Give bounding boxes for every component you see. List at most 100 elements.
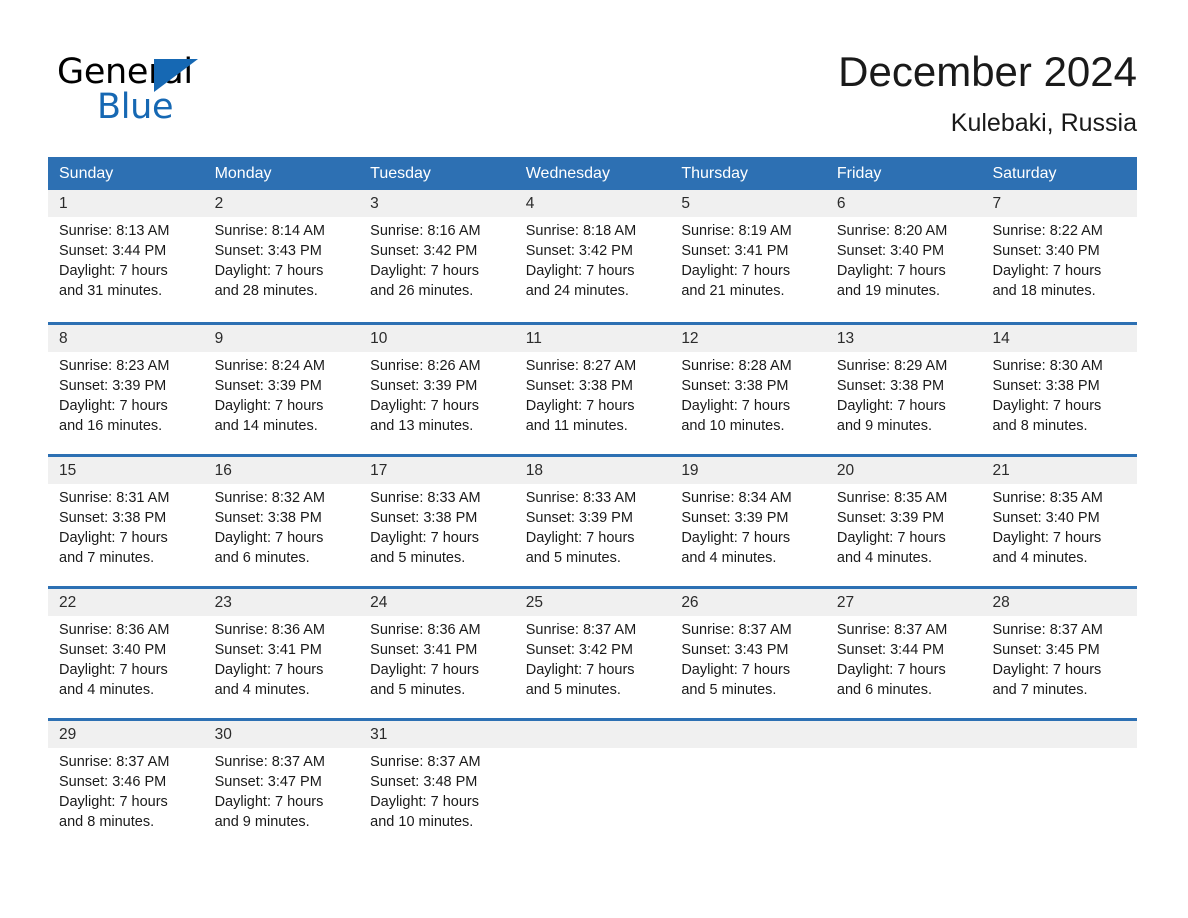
daylight-text-line2: and 4 minutes. [59, 682, 155, 698]
day-details: Sunrise: 8:22 AM Sunset: 3:40 PM Daylight:… [992, 221, 1137, 301]
day-number: 6 [836, 195, 846, 212]
day-details: Sunrise: 8:18 AM Sunset: 3:42 PM Daylight:… [526, 221, 671, 301]
daylight-text-line2: and 8 minutes. [59, 814, 155, 830]
sunrise-text: Sunrise: 8:36 AM [214, 622, 325, 638]
sunset-text: Sunset: 3:38 PM [214, 510, 322, 526]
calendar-day-cell[interactable]: 3 Sunrise: 8:16 AM Sunset: 3:42 PM Daylight… [359, 190, 515, 322]
day-details: Sunrise: 8:37 AM Sunset: 3:45 PM Daylight:… [992, 620, 1137, 700]
daylight-text-line2: and 10 minutes. [681, 418, 785, 434]
daylight-text-line1: Daylight: 7 hours [59, 794, 168, 810]
calendar-day-cell[interactable]: 9 Sunrise: 8:24 AM Sunset: 3:39 PM Daylight… [204, 325, 360, 454]
calendar-day-cell[interactable]: 24 Sunrise: 8:36 AM Sunset: 3:41 PM Dayligh… [359, 589, 515, 718]
calendar-day-cell[interactable]: 26 Sunrise: 8:37 AM Sunset: 3:43 PM Dayligh… [670, 589, 826, 718]
calendar-day-cell[interactable]: 2 Sunrise: 8:14 AM Sunset: 3:43 PM Daylight… [204, 190, 360, 322]
calendar-day-cell[interactable]: 31 Sunrise: 8:37 AM Sunset: 3:48 PM Dayligh… [359, 721, 515, 835]
day-details: Sunrise: 8:32 AM Sunset: 3:38 PM Daylight:… [215, 488, 360, 568]
sunset-text: Sunset: 3:39 PM [214, 378, 322, 394]
calendar-day-cell[interactable]: 5 Sunrise: 8:19 AM Sunset: 3:41 PM Daylight… [670, 190, 826, 322]
day-number: 25 [525, 594, 543, 611]
sunrise-text: Sunrise: 8:16 AM [370, 223, 481, 239]
sunset-text: Sunset: 3:40 PM [992, 243, 1100, 259]
calendar-day-cell-empty [826, 721, 982, 835]
calendar-day-cell[interactable]: 23 Sunrise: 8:36 AM Sunset: 3:41 PM Dayligh… [204, 589, 360, 718]
day-details: Sunrise: 8:37 AM Sunset: 3:47 PM Daylight:… [215, 752, 360, 832]
sunrise-text: Sunrise: 8:36 AM [370, 622, 481, 638]
sunrise-text: Sunrise: 8:37 AM [370, 754, 481, 770]
calendar-day-cell[interactable]: 29 Sunrise: 8:37 AM Sunset: 3:46 PM Dayligh… [48, 721, 204, 835]
week-cells: 22 Sunrise: 8:36 AM Sunset: 3:40 PM Dayligh… [48, 589, 1137, 718]
sunrise-text: Sunrise: 8:37 AM [525, 622, 637, 638]
daylight-text-line2: and 5 minutes. [681, 682, 777, 698]
day-number: 27 [836, 594, 855, 611]
calendar-day-cell[interactable]: 12 Sunrise: 8:28 AM Sunset: 3:38 PM Dayligh… [670, 325, 826, 454]
sunrise-text: Sunrise: 8:29 AM [836, 358, 948, 374]
daylight-text-line2: and 19 minutes. [836, 283, 941, 299]
day-details: Sunrise: 8:16 AM Sunset: 3:42 PM Daylight:… [370, 221, 515, 301]
daylight-text-line1: Daylight: 7 hours [992, 398, 1102, 414]
calendar-day-cell[interactable]: 22 Sunrise: 8:36 AM Sunset: 3:40 PM Dayligh… [48, 589, 204, 718]
day-number: 16 [214, 462, 232, 479]
calendar-day-cell[interactable]: 27 Sunrise: 8:37 AM Sunset: 3:44 PM Dayligh… [826, 589, 982, 718]
calendar-day-cell[interactable]: 11 Sunrise: 8:27 AM Sunset: 3:38 PM Dayligh… [515, 325, 671, 454]
daylight-text-line1: Daylight: 7 hours [370, 263, 479, 279]
daylight-text-line1: Daylight: 7 hours [370, 794, 479, 810]
sunrise-text: Sunrise: 8:36 AM [59, 622, 170, 638]
daylight-text-line2: and 6 minutes. [214, 550, 310, 566]
day-number: 7 [992, 195, 1002, 212]
calendar-day-cell[interactable]: 21 Sunrise: 8:35 AM Sunset: 3:40 PM Dayligh… [981, 457, 1137, 586]
sunrise-text: Sunrise: 8:19 AM [681, 223, 792, 239]
weekday-header-wednesday: Wednesday [525, 165, 610, 182]
sunset-text: Sunset: 3:41 PM [214, 642, 322, 658]
calendar-day-cell[interactable]: 10 Sunrise: 8:26 AM Sunset: 3:39 PM Dayligh… [359, 325, 515, 454]
daylight-text-line2: and 5 minutes. [525, 550, 621, 566]
day-details: Sunrise: 8:37 AM Sunset: 3:42 PM Daylight:… [526, 620, 671, 700]
daylight-text-line2: and 6 minutes. [836, 682, 933, 698]
calendar-day-cell[interactable]: 8 Sunrise: 8:23 AM Sunset: 3:39 PM Daylight… [48, 325, 204, 454]
calendar-day-cell[interactable]: 30 Sunrise: 8:37 AM Sunset: 3:47 PM Dayligh… [204, 721, 360, 835]
calendar-day-cell[interactable]: 17 Sunrise: 8:33 AM Sunset: 3:38 PM Dayligh… [359, 457, 515, 586]
day-details: Sunrise: 8:24 AM Sunset: 3:39 PM Daylight:… [215, 356, 360, 436]
daylight-text-line2: and 9 minutes. [836, 418, 933, 434]
weekday-header-sunday: Sunday [59, 165, 114, 182]
day-number: 23 [214, 594, 232, 611]
daylight-text-line2: and 5 minutes. [370, 550, 466, 566]
daylight-text-line1: Daylight: 7 hours [836, 263, 946, 279]
calendar-day-cell[interactable]: 6 Sunrise: 8:20 AM Sunset: 3:40 PM Daylight… [826, 190, 982, 322]
calendar-day-cell[interactable]: 18 Sunrise: 8:33 AM Sunset: 3:39 PM Dayligh… [515, 457, 671, 586]
sunset-text: Sunset: 3:40 PM [992, 510, 1100, 526]
calendar-day-cell[interactable]: 14 Sunrise: 8:30 AM Sunset: 3:38 PM Dayligh… [981, 325, 1137, 454]
sunrise-text: Sunrise: 8:37 AM [836, 622, 948, 638]
day-number: 11 [525, 330, 542, 347]
calendar-day-cell[interactable]: 7 Sunrise: 8:22 AM Sunset: 3:40 PM Daylight… [981, 190, 1137, 322]
day-details: Sunrise: 8:26 AM Sunset: 3:39 PM Daylight:… [370, 356, 515, 436]
sunrise-text: Sunrise: 8:28 AM [681, 358, 792, 374]
calendar-day-cell[interactable]: 20 Sunrise: 8:35 AM Sunset: 3:39 PM Dayligh… [826, 457, 982, 586]
sunrise-text: Sunrise: 8:34 AM [681, 490, 792, 506]
day-number: 20 [836, 462, 855, 479]
daylight-text-line1: Daylight: 7 hours [836, 662, 946, 678]
sunset-text: Sunset: 3:38 PM [370, 510, 478, 526]
calendar-day-cell[interactable]: 15 Sunrise: 8:31 AM Sunset: 3:38 PM Dayligh… [48, 457, 204, 586]
calendar-day-cell[interactable]: 1 Sunrise: 8:13 AM Sunset: 3:44 PM Daylight… [48, 190, 204, 322]
calendar-day-cell[interactable]: 4 Sunrise: 8:18 AM Sunset: 3:42 PM Daylight… [515, 190, 671, 322]
weekday-header-saturday: Saturday [992, 165, 1057, 182]
calendar-day-cell[interactable]: 13 Sunrise: 8:29 AM Sunset: 3:38 PM Dayligh… [826, 325, 982, 454]
daylight-text-line2: and 8 minutes. [992, 418, 1088, 434]
calendar-day-cell[interactable]: 19 Sunrise: 8:34 AM Sunset: 3:39 PM Dayligh… [670, 457, 826, 586]
sunrise-text: Sunrise: 8:22 AM [992, 223, 1103, 239]
week-cells: 15 Sunrise: 8:31 AM Sunset: 3:38 PM Dayligh… [48, 457, 1137, 586]
sunrise-text: Sunrise: 8:13 AM [59, 223, 170, 239]
calendar-day-cell[interactable]: 25 Sunrise: 8:37 AM Sunset: 3:42 PM Dayligh… [515, 589, 671, 718]
daylight-text-line2: and 4 minutes. [836, 550, 933, 566]
calendar-day-cell[interactable]: 16 Sunrise: 8:32 AM Sunset: 3:38 PM Dayligh… [204, 457, 360, 586]
daylight-text-line2: and 7 minutes. [59, 550, 155, 566]
calendar-day-cell[interactable]: 28 Sunrise: 8:37 AM Sunset: 3:45 PM Dayligh… [981, 589, 1137, 718]
day-number: 10 [370, 330, 388, 347]
day-number: 5 [681, 195, 690, 212]
daylight-text-line2: and 16 minutes. [59, 418, 163, 434]
sunset-text: Sunset: 3:43 PM [681, 642, 789, 658]
sunset-text: Sunset: 3:42 PM [525, 243, 633, 259]
generalblue-logo[interactable]: General Blue [57, 52, 317, 130]
sunset-text: Sunset: 3:38 PM [992, 378, 1100, 394]
calendar-week-row: 1 Sunrise: 8:13 AM Sunset: 3:44 PM Daylight… [48, 190, 1137, 322]
